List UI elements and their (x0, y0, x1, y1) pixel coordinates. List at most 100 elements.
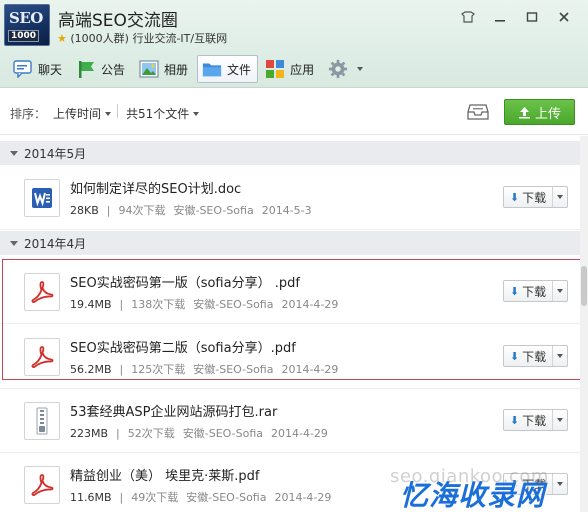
archive-icon (24, 402, 60, 440)
group-name[interactable]: 高端SEO交流圈 (58, 6, 178, 31)
chevron-down-icon (557, 482, 563, 486)
settings-menu-button[interactable] (323, 55, 370, 83)
pdf-icon (24, 273, 60, 311)
album-icon (139, 59, 159, 79)
file-meta: 19.4MB | 138次下载 安徽-SEO-Sofia 2014-4-29 (70, 296, 346, 312)
upload-button-label: 上传 (534, 106, 561, 122)
apps-icon (265, 59, 285, 79)
uploader[interactable]: 安徽-SEO-Sofia (186, 491, 266, 504)
download-arrow-icon: ⬇ (509, 413, 520, 427)
file-name[interactable]: SEO实战密码第一版（sofia分享） .pdf (70, 272, 300, 291)
minimize-button[interactable] (484, 8, 516, 26)
file-sep: | (119, 298, 124, 311)
close-button[interactable] (548, 8, 580, 26)
window-controls (452, 8, 580, 26)
download-button[interactable]: ⬇ 下载 (503, 186, 568, 208)
tab-chat[interactable]: 聊天 (8, 55, 69, 83)
file-meta: 11.6MB | 49次下载 安徽-SEO-Sofia 2014-4-29 (70, 489, 339, 505)
month-group-header[interactable]: 2014年4月 (0, 231, 580, 255)
file-sep: | (119, 491, 124, 504)
announcement-icon (76, 59, 96, 79)
collapse-icon (10, 240, 18, 246)
chevron-down-icon (557, 354, 563, 358)
tab-files[interactable]: 文件 (197, 55, 259, 83)
download-count: 94次下载 (118, 204, 166, 217)
uploader[interactable]: 安徽-SEO-Sofia (173, 204, 253, 217)
group-avatar-text: SEO (9, 9, 43, 27)
chevron-down-icon (105, 112, 112, 116)
download-count: 52次下载 (127, 427, 175, 440)
file-name[interactable]: 精益创业（美） 埃里克·莱斯.pdf (70, 465, 259, 484)
upload-date: 2014-4-29 (274, 491, 332, 504)
word-doc-icon (24, 179, 60, 217)
upload-button[interactable]: 上传 (504, 99, 575, 125)
file-name[interactable]: SEO实战密码第二版（sofia分享）.pdf (70, 337, 296, 356)
download-main[interactable]: ⬇ 下载 (504, 346, 553, 366)
download-label: 下载 (522, 349, 547, 364)
download-arrow-icon: ⬇ (509, 284, 520, 298)
tab-album[interactable]: 相册 (134, 55, 195, 83)
scrollbar[interactable] (580, 136, 588, 512)
file-size: 223MB (70, 427, 109, 440)
sort-dropdown-value: 上传时间 (53, 107, 102, 121)
download-label: 下载 (522, 284, 547, 299)
file-count-text: 共51个文件 (126, 107, 190, 121)
download-arrow-icon: ⬇ (509, 349, 520, 363)
download-button[interactable]: ⬇ 下载 (503, 280, 568, 302)
download-dropdown[interactable] (553, 281, 567, 301)
download-main[interactable]: ⬇ 下载 (504, 410, 553, 430)
download-count: 49次下载 (131, 491, 179, 504)
download-button[interactable]: ⬇ 下载 (503, 409, 568, 431)
upload-date: 2014-4-29 (270, 427, 328, 440)
group-info-text: (1000人群) 行业交流-IT/互联网 (70, 32, 228, 45)
skin-button[interactable] (452, 8, 484, 26)
file-name[interactable]: 如何制定详尽的SEO计划.doc (70, 178, 241, 197)
upload-date: 2014-5-3 (261, 204, 312, 217)
upload-date: 2014-4-29 (281, 363, 339, 376)
chevron-down-icon (353, 62, 364, 76)
file-row[interactable]: 53套经典ASP企业网站源码打包.rar 223MB | 52次下载 安徽-SEO-S… (0, 389, 580, 453)
file-row[interactable]: 如何制定详尽的SEO计划.doc 28KB | 94次下载 安徽-SEO-Sofia 2… (0, 166, 580, 230)
file-row[interactable]: SEO实战密码第一版（sofia分享） .pdf 19.4MB | 138次下载 安徽… (0, 260, 580, 324)
scrollbar-thumb[interactable] (581, 266, 587, 306)
tab-announcement[interactable]: 公告 (71, 55, 132, 83)
download-dropdown[interactable] (553, 410, 567, 430)
file-name[interactable]: 53套经典ASP企业网站源码打包.rar (70, 401, 277, 420)
download-dropdown[interactable] (553, 474, 567, 494)
download-main[interactable]: ⬇ 下载 (504, 281, 553, 301)
download-main[interactable]: ⬇ 下载 (504, 187, 553, 207)
skin-icon (461, 11, 475, 23)
file-meta: 56.2MB | 125次下载 安徽-SEO-Sofia 2014-4-29 (70, 361, 346, 377)
tab-apps[interactable]: 应用 (260, 55, 321, 83)
download-dropdown[interactable] (553, 187, 567, 207)
divider (117, 104, 118, 118)
chevron-down-icon (193, 112, 200, 116)
uploader[interactable]: 安徽-SEO-Sofia (193, 298, 273, 311)
pdf-icon (24, 338, 60, 376)
chevron-down-icon (557, 418, 563, 422)
file-row[interactable]: SEO实战密码第二版（sofia分享）.pdf 56.2MB | 125次下载 安徽-… (0, 325, 580, 389)
tab-announcement-label: 公告 (101, 62, 126, 77)
download-dropdown[interactable] (553, 346, 567, 366)
tab-album-label: 相册 (164, 62, 189, 77)
watermark-brand: 忆海收录网 (400, 479, 546, 512)
uploader[interactable]: 安徽-SEO-Sofia (193, 363, 273, 376)
maximize-button[interactable] (516, 8, 548, 26)
file-size: 19.4MB (70, 298, 112, 311)
month-group-title: 2014年5月 (24, 146, 87, 161)
file-count-dropdown[interactable]: 共51个文件 (126, 105, 200, 122)
upload-date: 2014-4-29 (281, 298, 339, 311)
month-group-title: 2014年4月 (24, 236, 87, 251)
group-avatar-number: 1000 (8, 30, 40, 42)
download-button[interactable]: ⬇ 下载 (503, 345, 568, 367)
tray-icon[interactable] (467, 104, 489, 123)
sort-dropdown[interactable]: 上传时间 (53, 105, 112, 122)
file-size: 28KB (70, 204, 99, 217)
maximize-icon (526, 12, 538, 22)
uploader[interactable]: 安徽-SEO-Sofia (183, 427, 263, 440)
group-avatar[interactable]: SEO 1000 (4, 4, 50, 46)
download-count: 125次下载 (131, 363, 186, 376)
download-count: 138次下载 (131, 298, 186, 311)
chevron-down-icon (557, 195, 563, 199)
month-group-header[interactable]: 2014年5月 (0, 141, 580, 165)
